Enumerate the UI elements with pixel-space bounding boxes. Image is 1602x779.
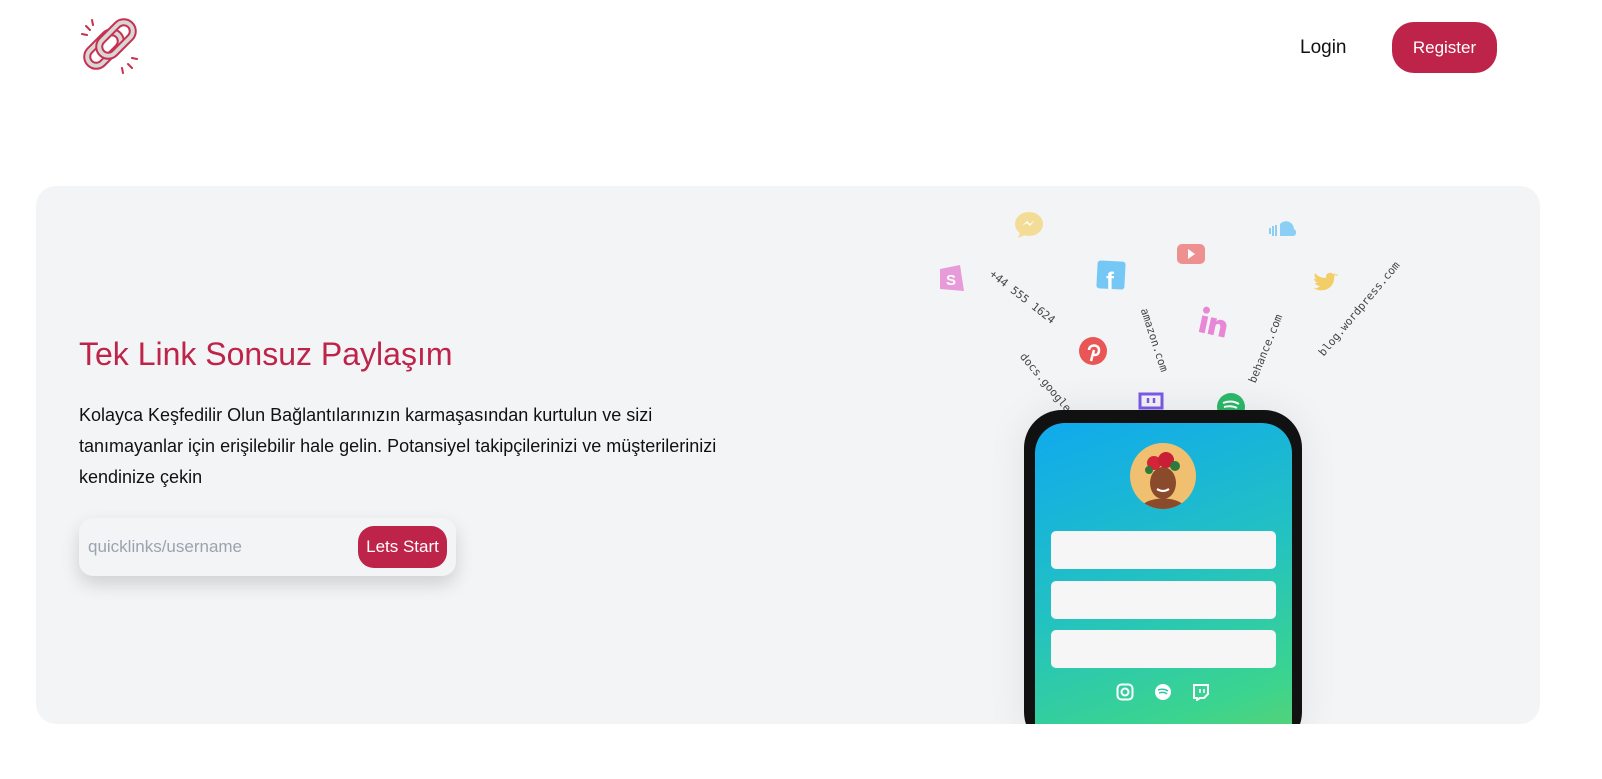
link-button-3[interactable]: [1051, 630, 1276, 668]
login-link[interactable]: Login: [1300, 37, 1347, 59]
hero-title: Tek Link Sonsuz Paylaşım: [79, 336, 453, 372]
linkedin-icon: [1198, 306, 1227, 338]
svg-text:f: f: [1106, 268, 1115, 290]
shopify-icon: S: [940, 265, 964, 291]
username-input[interactable]: [79, 537, 358, 557]
register-button[interactable]: Register: [1392, 22, 1497, 73]
behance-text: behance.com: [1245, 312, 1286, 385]
phone-number-text: +44 555 1624: [986, 267, 1058, 327]
chain-link-logo[interactable]: [76, 14, 142, 80]
twitter-icon: [1313, 272, 1338, 291]
spotify-icon: [1217, 393, 1245, 412]
lets-start-button[interactable]: Lets Start: [358, 526, 447, 568]
messenger-icon: [1015, 212, 1043, 238]
profile-avatar: [1130, 443, 1196, 509]
youtube-icon: [1177, 244, 1205, 264]
link-button-2[interactable]: [1051, 581, 1276, 619]
hero-description: Kolayca Keşfedilir Olun Bağlantılarınızı…: [79, 405, 717, 487]
facebook-icon: f: [1096, 260, 1126, 290]
twitch-small-icon[interactable]: [1192, 683, 1210, 701]
soundcloud-icon: [1269, 221, 1297, 236]
spotify-small-icon[interactable]: [1154, 683, 1172, 701]
pinterest-icon: [1079, 337, 1107, 365]
amazon-text: amazon.com: [1137, 306, 1171, 374]
phone-mockup: [1024, 410, 1302, 724]
instagram-icon[interactable]: [1116, 683, 1134, 701]
username-form: Lets Start: [79, 518, 456, 576]
hero-card: Tek Link Sonsuz Paylaşım Kolayca Keşfedi…: [36, 186, 1540, 724]
svg-text:S: S: [946, 272, 956, 289]
twitch-icon: [1138, 392, 1164, 410]
phone-screen: [1035, 423, 1292, 724]
link-button-1[interactable]: [1051, 531, 1276, 569]
